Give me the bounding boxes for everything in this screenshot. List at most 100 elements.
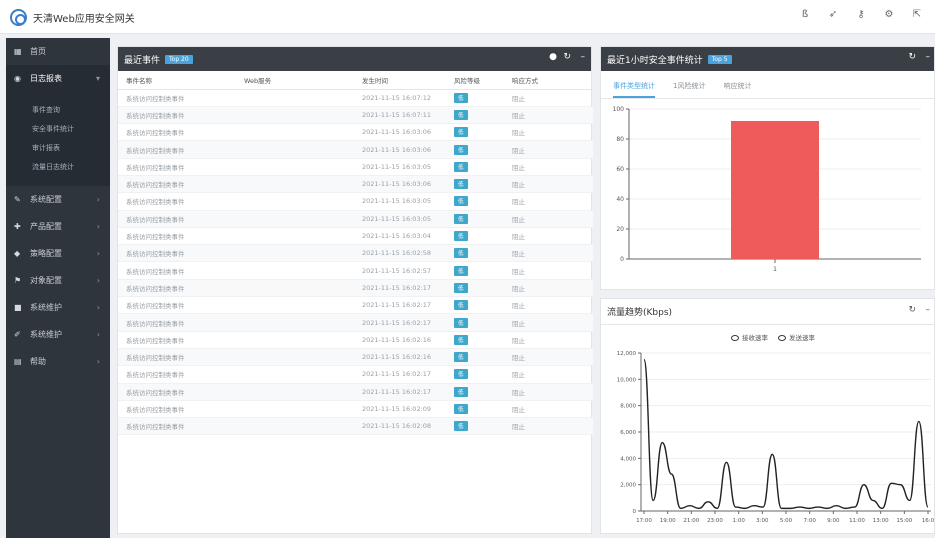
table-row[interactable]: 系统访问控制类事件 2021-11-15 16:03:05 低 阻止	[118, 192, 593, 211]
table-row[interactable]: 系统访问控制类事件 2021-11-15 16:02:17 低 阻止	[118, 365, 593, 384]
gear-icon[interactable]: ⚙	[883, 9, 895, 21]
table-cell: 阻止	[504, 123, 593, 142]
table-cell: 2021-11-15 16:03:05	[354, 158, 446, 176]
tab-response[interactable]: 响应统计	[723, 81, 751, 98]
table-header-row: 事件名称 Web服务 发生时间 风险等级 响应方式	[118, 71, 593, 90]
top-bar: 天清Web应用安全网关 ß ➶ ⚷ ⚙ ⇱	[0, 0, 935, 34]
y-tick-label: 12,000	[617, 351, 637, 357]
refresh-icon[interactable]: ↻	[908, 305, 916, 315]
minimize-icon[interactable]: –	[581, 52, 586, 62]
table-cell: 系统访问控制类事件	[118, 383, 236, 401]
y-tick-label: 40	[616, 196, 624, 203]
table-cell	[236, 106, 354, 125]
lock-icon[interactable]: ●	[549, 52, 557, 62]
refresh-icon[interactable]: ↻	[563, 52, 571, 62]
y-tick-label: 2,000	[620, 483, 636, 489]
sidebar-item-logs[interactable]: ◉ 日志报表 ▾	[6, 65, 110, 92]
sidebar-item-label: 对象配置	[30, 276, 62, 285]
panel-header: 流量趋势(Kbps) ↻ –	[601, 299, 934, 325]
chevron-right-icon: ›	[96, 222, 100, 231]
risk-badge: 低	[454, 248, 468, 259]
y-tick-label: 4,000	[620, 456, 636, 462]
table-row[interactable]: 系统访问控制类事件 2021-11-15 16:03:06 低 阻止	[118, 175, 593, 194]
table-cell: 低	[446, 158, 504, 176]
x-tick-label: 23:00	[707, 518, 723, 524]
table-cell: 2021-11-15 16:02:17	[354, 365, 446, 384]
table-row[interactable]: 系统访问控制类事件 2021-11-15 16:03:06 低 阻止	[118, 140, 593, 159]
table-row[interactable]: 系统访问控制类事件 2021-11-15 16:03:05 低 阻止	[118, 158, 593, 176]
table-row[interactable]: 系统访问控制类事件 2021-11-15 16:02:08 低 阻止	[118, 417, 593, 436]
key-icon[interactable]: ⚷	[855, 9, 867, 21]
sidebar-item-object-config[interactable]: ⚑ 对象配置 ›	[6, 267, 110, 294]
sidebar-item-help[interactable]: ▤ 帮助 ›	[6, 348, 110, 375]
x-tick-label: 11:00	[849, 518, 865, 524]
table-cell: 2021-11-15 16:07:12	[354, 89, 446, 107]
table-cell: 阻止	[504, 89, 593, 107]
tab-risk[interactable]: 1风险统计	[673, 81, 705, 98]
legend-item[interactable]: 接收速率	[731, 332, 768, 342]
sidebar-item-maint-tools[interactable]: ✐ 系统维护 ›	[6, 321, 110, 348]
tab-event-type[interactable]: 事件类型统计	[613, 81, 655, 98]
col-header: Web服务	[236, 71, 354, 90]
table-row[interactable]: 系统访问控制类事件 2021-11-15 16:03:04 低 阻止	[118, 227, 593, 246]
panel-title: 流量趋势(Kbps)	[607, 308, 673, 318]
table-row[interactable]: 系统访问控制类事件 2021-11-15 16:03:06 低 阻止	[118, 123, 593, 142]
table-cell: 系统访问控制类事件	[118, 261, 236, 280]
table-cell: 2021-11-15 16:02:17	[354, 296, 446, 315]
table-row[interactable]: 系统访问控制类事件 2021-11-15 16:02:17 低 阻止	[118, 383, 593, 401]
sidebar-subitem-traffic-stats[interactable]: 流量日志统计	[6, 158, 110, 177]
minimize-icon[interactable]: –	[926, 52, 931, 62]
table-cell: 2021-11-15 16:02:58	[354, 244, 446, 263]
table-row[interactable]: 系统访问控制类事件 2021-11-15 16:07:11 低 阻止	[118, 106, 593, 125]
grid-icon: ▦	[14, 47, 22, 56]
table-row[interactable]: 系统访问控制类事件 2021-11-15 16:02:58 低 阻止	[118, 244, 593, 263]
refresh-icon[interactable]: ↻	[908, 52, 916, 62]
table-row[interactable]: 系统访问控制类事件 2021-11-15 16:02:17 低 阻止	[118, 296, 593, 315]
table-row[interactable]: 系统访问控制类事件 2021-11-15 16:02:17 低 阻止	[118, 279, 593, 298]
event-bar-chart: 0 20 40 60 80 100 1	[613, 106, 921, 273]
sidebar-item-product-config[interactable]: ✚ 产品配置 ›	[6, 213, 110, 240]
table-cell: 系统访问控制类事件	[118, 331, 236, 349]
location-icon: ◉	[14, 74, 21, 83]
sidebar-item-system-config[interactable]: ✎ 系统配置 ›	[6, 186, 110, 213]
risk-badge: 低	[454, 386, 468, 397]
table-cell: 2021-11-15 16:03:06	[354, 123, 446, 142]
sidebar-item-home[interactable]: ▦ 首页	[6, 38, 110, 65]
table-cell: 阻止	[504, 348, 593, 367]
bell-icon[interactable]: ß	[799, 9, 811, 21]
sidebar-subitem-audit[interactable]: 审计报表	[6, 139, 110, 158]
pin-icon[interactable]: ➶	[827, 9, 839, 21]
sidebar-subitem-event-query[interactable]: 事件查询	[6, 101, 110, 120]
table-row[interactable]: 系统访问控制类事件 2021-11-15 16:02:57 低 阻止	[118, 261, 593, 280]
table-cell: 系统访问控制类事件	[118, 123, 236, 142]
table-row[interactable]: 系统访问控制类事件 2021-11-15 16:02:09 低 阻止	[118, 400, 593, 419]
table-row[interactable]: 系统访问控制类事件 2021-11-15 16:02:16 低 阻止	[118, 331, 593, 349]
x-tick-label: 16:0	[922, 518, 934, 524]
table-cell: 阻止	[504, 383, 593, 401]
y-tick-label: 80	[616, 136, 624, 143]
table-cell: 低	[446, 365, 504, 384]
risk-badge: 低	[454, 403, 468, 414]
traffic-panel: 流量趋势(Kbps) ↻ – 接收速率 发送速率 0 2,000 4,000 6,00…	[600, 298, 935, 534]
table-cell: 2021-11-15 16:02:16	[354, 331, 446, 349]
sidebar-item-label: 首页	[30, 47, 46, 56]
legend-item[interactable]: 发送速率	[778, 332, 815, 342]
sidebar-subitem-security-stats[interactable]: 安全事件统计	[6, 120, 110, 139]
table-cell: 系统访问控制类事件	[118, 210, 236, 228]
table-cell: 2021-11-15 16:03:06	[354, 175, 446, 194]
minimize-icon[interactable]: –	[926, 305, 931, 315]
table-cell: 系统访问控制类事件	[118, 313, 236, 332]
sidebar-item-policy-config[interactable]: ◆ 策略配置 ›	[6, 240, 110, 267]
table-cell: 2021-11-15 16:03:05	[354, 210, 446, 228]
table-row[interactable]: 系统访问控制类事件 2021-11-15 16:02:17 低 阻止	[118, 313, 593, 332]
table-row[interactable]: 系统访问控制类事件 2021-11-15 16:03:05 低 阻止	[118, 210, 593, 228]
sidebar-item-label: 策略配置	[30, 249, 62, 258]
table-row[interactable]: 系统访问控制类事件 2021-11-15 16:07:12 低 阻止	[118, 89, 593, 107]
sidebar-item-system-maint[interactable]: ■ 系统维护 ›	[6, 294, 110, 321]
logout-icon[interactable]: ⇱	[911, 9, 923, 21]
y-tick-label: 100	[613, 106, 625, 113]
table-row[interactable]: 系统访问控制类事件 2021-11-15 16:02:16 低 阻止	[118, 348, 593, 367]
chevron-right-icon: ›	[96, 303, 100, 312]
x-tick-label: 1:00	[732, 518, 745, 524]
sidebar-item-label: 产品配置	[30, 222, 62, 231]
